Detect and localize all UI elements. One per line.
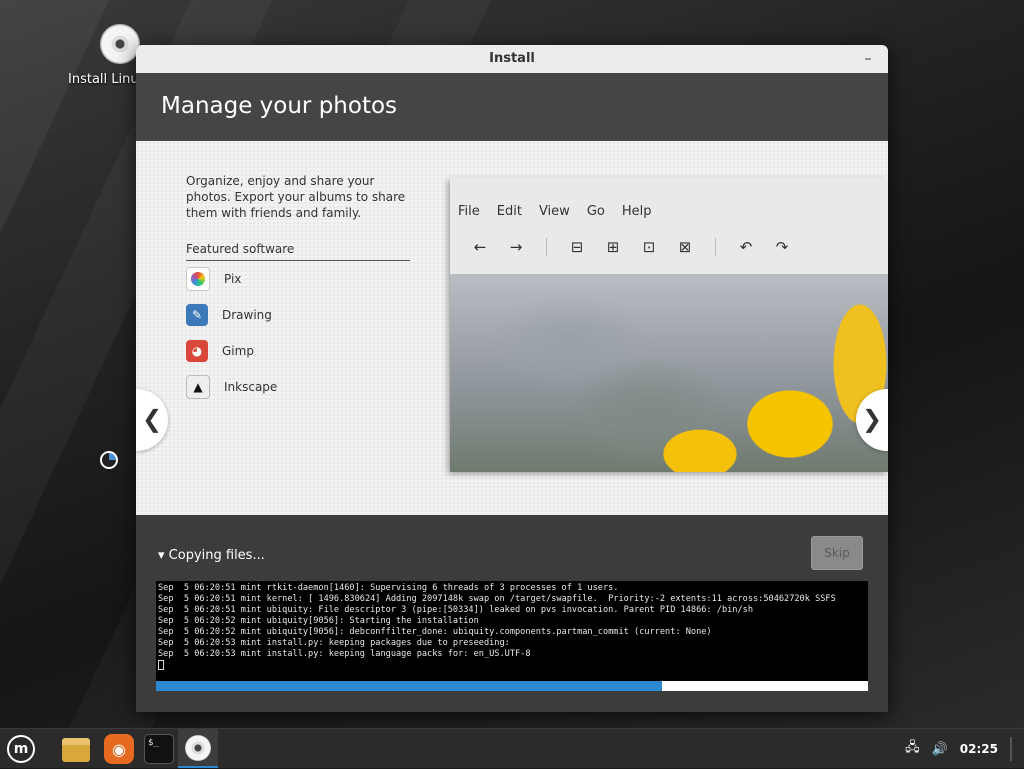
preview-menubar: File Edit View Go Help (450, 204, 660, 219)
installer-disc-icon (185, 735, 211, 761)
linux-mint-logo-icon: m (7, 735, 35, 763)
preview-menu-view: View (538, 204, 570, 219)
terminal-launcher-icon[interactable]: $_ (144, 734, 174, 764)
toolbar-separator (546, 238, 547, 256)
progress-bar-fill (156, 681, 662, 691)
files-launcher-icon[interactable] (62, 738, 90, 762)
toolbar-separator (715, 238, 716, 256)
minimize-button[interactable]: – (858, 45, 878, 73)
progress-expander[interactable]: ▾ Copying files... (158, 548, 265, 563)
menu-button[interactable]: m (6, 734, 36, 764)
network-icon[interactable]: 🖧 (905, 738, 920, 760)
app-name: Drawing (222, 308, 272, 322)
slideshow: Organize, enjoy and share your photos. E… (136, 141, 888, 515)
app-item-drawing: ✎ Drawing (186, 297, 416, 333)
log-line: Sep 5 06:20:53 mint install.py: keeping … (158, 649, 531, 659)
zoom-actual-icon: ⊡ (642, 238, 656, 256)
log-line: Sep 5 06:20:51 mint kernel: [ 1496.83062… (158, 594, 836, 604)
installer-window: Install – Manage your photos Organize, e… (136, 45, 888, 712)
log-line: Sep 5 06:20:52 mint ubiquity[9056]: Star… (158, 616, 479, 626)
app-name: Gimp (222, 344, 254, 358)
preview-menu-edit: Edit (496, 204, 522, 219)
rotate-left-icon: ↶ (739, 238, 753, 256)
preview-menu-go: Go (586, 204, 605, 219)
expander-triangle-icon: ▾ (158, 548, 165, 563)
zoom-out-icon: ⊟ (570, 238, 584, 256)
slide-content: Organize, enjoy and share your photos. E… (186, 173, 416, 405)
inkscape-icon: ▲ (186, 375, 210, 399)
window-title: Install (489, 51, 535, 66)
taskbar: m ◉ $_ 🖧 🔊 02:25 (0, 728, 1024, 768)
title-bar: Install – (136, 45, 888, 73)
clock[interactable]: 02:25 (960, 742, 998, 756)
pix-preview-screenshot: File Edit View Go Help ← → ⊟ ⊞ ⊡ ⊠ ↶ ↷ (450, 178, 888, 472)
app-name: Pix (224, 272, 242, 286)
log-line: Sep 5 06:20:53 mint install.py: keeping … (158, 638, 510, 648)
show-desktop-button[interactable] (1010, 737, 1012, 761)
zoom-in-icon: ⊞ (606, 238, 620, 256)
install-log-terminal: Sep 5 06:20:51 mint rtkit-daemon[1460]: … (156, 581, 868, 683)
disc-icon (100, 24, 140, 64)
install-progress-bar (156, 681, 868, 691)
flower-photo (450, 274, 888, 472)
log-line: Sep 5 06:20:51 mint rtkit-daemon[1460]: … (158, 583, 619, 593)
featured-software-heading: Featured software (186, 241, 410, 261)
app-item-inkscape: ▲ Inkscape (186, 369, 416, 405)
system-tray: 🖧 🔊 02:25 (893, 729, 1012, 769)
previous-slide-button[interactable]: ❮ (136, 389, 168, 451)
preview-menu-file: File (458, 204, 480, 219)
gimp-icon: ◕ (186, 340, 208, 362)
volume-icon[interactable]: 🔊 (932, 742, 948, 757)
firefox-launcher-icon[interactable]: ◉ (104, 734, 134, 764)
progress-status-label: Copying files... (168, 548, 265, 563)
app-name: Inkscape (224, 380, 278, 394)
app-item-pix: Pix (186, 261, 416, 297)
zoom-fit-icon: ⊠ (678, 238, 692, 256)
forward-arrow-icon: → (509, 238, 523, 256)
preview-menu-help: Help (621, 204, 652, 219)
loading-spinner-icon (100, 451, 118, 469)
slide-header: Manage your photos (136, 73, 888, 141)
skip-button[interactable]: Skip (811, 536, 863, 570)
back-arrow-icon: ← (473, 238, 487, 256)
log-line: Sep 5 06:20:52 mint ubiquity[9056]: debc… (158, 627, 712, 637)
preview-toolbar: ← → ⊟ ⊞ ⊡ ⊠ ↶ ↷ (462, 238, 800, 256)
log-line: Sep 5 06:20:51 mint ubiquity: File descr… (158, 605, 753, 615)
pix-icon (186, 267, 210, 291)
terminal-cursor (158, 660, 164, 670)
slide-description: Organize, enjoy and share your photos. E… (186, 174, 406, 220)
drawing-icon: ✎ (186, 304, 208, 326)
desktop-icon-label: Install Linux Mint (68, 72, 138, 87)
rotate-right-icon: ↷ (775, 238, 789, 256)
app-item-gimp: ◕ Gimp (186, 333, 416, 369)
